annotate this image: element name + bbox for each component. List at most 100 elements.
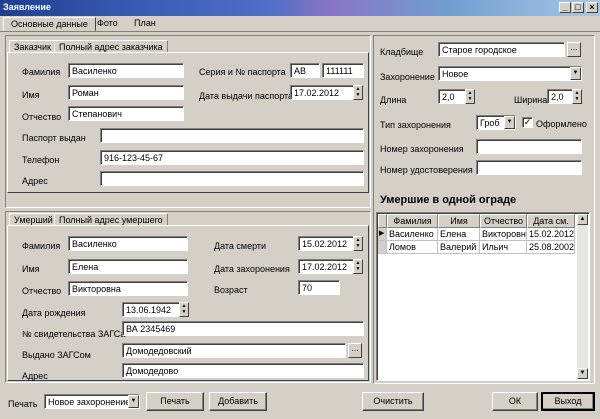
burial-kind-label: Тип захоронения <box>380 120 451 130</box>
grid-col-name[interactable]: Имя <box>438 214 480 228</box>
table-cell[interactable]: Елена <box>438 228 480 241</box>
zags-certificate-input[interactable]: ВА 2345469 <box>122 321 364 336</box>
burial-date-label: Дата захоронения <box>214 264 290 274</box>
grid-scrollbar[interactable] <box>577 214 588 379</box>
table-cell[interactable]: Ильич <box>480 241 527 254</box>
deceased-patronymic-input[interactable]: Викторовна <box>68 281 188 296</box>
deceased-surname-label: Фамилия <box>22 241 61 251</box>
passport-date-label: Дата выдачи паспорта <box>199 91 294 101</box>
passport-date-spinner[interactable]: ▲ ▼ <box>353 85 363 100</box>
window-title: Заявление <box>3 2 51 12</box>
grid-col-surname[interactable]: Фамилия <box>387 214 438 228</box>
grid-corner <box>378 214 387 228</box>
close-button[interactable]: × <box>586 2 598 13</box>
death-date-spinner[interactable]: ▲ ▼ <box>353 236 363 251</box>
phone-input[interactable]: 916-123-45-67 <box>100 150 364 165</box>
title-bar: Заявление _ □ × <box>0 0 600 16</box>
registered-label: Оформлено <box>536 119 587 129</box>
passport-issued-input[interactable] <box>100 128 364 143</box>
zags-office-input[interactable]: Домодедовский <box>122 343 346 358</box>
certificate-number-input[interactable] <box>476 160 582 175</box>
length-input[interactable]: 2,0 <box>438 89 466 104</box>
passport-series-input[interactable]: АВ <box>290 63 320 78</box>
minimize-button[interactable]: _ <box>559 2 571 13</box>
birth-date-label: Дата рождения <box>22 308 86 318</box>
customer-patronymic-label: Отчество <box>22 112 62 122</box>
burial-type-select[interactable]: Новое <box>438 66 582 81</box>
chevron-down-icon[interactable]: ▼ <box>504 116 515 129</box>
grid-col-patronymic[interactable]: Отчество <box>480 214 527 228</box>
passport-date-input[interactable]: 17.02.2012 <box>290 85 354 100</box>
table-cell[interactable]: 25.08.2002 <box>527 241 575 254</box>
customer-surname-label: Фамилия <box>22 67 61 77</box>
exit-button[interactable]: Выход <box>541 392 595 411</box>
tab-main-data[interactable]: Основные данные <box>3 17 96 31</box>
chevron-down-icon[interactable]: ▼ <box>128 395 139 408</box>
zags-office-label: Выдано ЗАГСом <box>22 350 91 360</box>
death-date-label: Дата смерти <box>214 241 267 251</box>
customer-name-input[interactable]: Роман <box>68 85 184 100</box>
deceased-address-input[interactable]: Домодедово <box>122 363 364 378</box>
ok-button[interactable]: ОК <box>492 392 538 411</box>
certificate-number-label: Номер удостоверения <box>380 165 473 175</box>
maximize-button[interactable]: □ <box>572 2 584 13</box>
width-input[interactable]: 2,0 <box>547 89 573 104</box>
customer-address-label: Адрес <box>22 176 48 186</box>
table-cell[interactable]: Валерий <box>438 241 480 254</box>
spin-down-icon: ▼ <box>467 96 473 102</box>
spin-down-icon: ▼ <box>355 243 361 249</box>
customer-surname-input[interactable]: Василенко <box>68 63 184 78</box>
print-button[interactable]: Печать <box>146 392 204 411</box>
burial-date-input[interactable]: 17.02.2012 <box>298 259 354 274</box>
width-spinner[interactable]: ▲ ▼ <box>572 89 582 104</box>
deceased-patronymic-label: Отчество <box>22 286 62 296</box>
deceased-surname-input[interactable]: Василенко <box>68 236 188 251</box>
death-date-input[interactable]: 15.02.2012 <box>298 236 354 251</box>
cemetery-browse-button[interactable]: ... <box>567 42 581 57</box>
phone-label: Телефон <box>22 155 60 165</box>
burial-number-input[interactable] <box>476 139 582 154</box>
chevron-down-icon[interactable]: ▼ <box>570 67 581 80</box>
clear-button[interactable]: Очистить <box>362 392 424 411</box>
cemetery-label: Кладбище <box>380 47 424 57</box>
grid-col-death-date[interactable]: Дата см. <box>527 214 575 228</box>
zags-office-browse-button[interactable]: ... <box>348 343 362 358</box>
table-cell[interactable]: Василенко <box>387 228 438 241</box>
burial-type-label: Захоронение <box>380 72 435 82</box>
age-label: Возраст <box>214 285 248 295</box>
passport-number-input[interactable]: 111111 <box>322 63 364 78</box>
scroll-up-icon[interactable]: ▲ <box>577 214 588 225</box>
birth-date-spinner[interactable]: ▲ ▼ <box>179 302 189 317</box>
tab-plan[interactable]: План <box>127 17 163 31</box>
cemetery-input[interactable]: Старое городское <box>438 42 565 57</box>
table-cell[interactable]: Ломов <box>387 241 438 254</box>
spin-down-icon: ▼ <box>355 92 361 98</box>
length-label: Длина <box>380 95 407 105</box>
passport-label: Серия и № паспорта <box>199 67 286 77</box>
table-cell[interactable]: Викторовна <box>480 228 527 241</box>
registered-checkbox[interactable]: ✓ <box>522 117 533 128</box>
add-button[interactable]: Добавить <box>209 392 267 411</box>
tab-photo[interactable]: Фото <box>90 17 125 31</box>
row-marker-icon: ▶ <box>378 228 387 241</box>
burial-date-spinner[interactable]: ▲ ▼ <box>353 259 363 274</box>
birth-date-input[interactable]: 13.06.1942 <box>122 302 180 317</box>
fence-title: Умершие в одной ограде <box>380 194 517 206</box>
deceased-name-input[interactable]: Елена <box>68 259 188 274</box>
width-label: Ширина <box>514 95 548 105</box>
print-template-select[interactable]: Новое захоронение <box>44 394 140 409</box>
deceased-address-label: Адрес <box>22 371 48 381</box>
length-spinner[interactable]: ▲ ▼ <box>465 89 475 104</box>
customer-patronymic-input[interactable]: Степанович <box>68 106 184 121</box>
burial-number-label: Номер захоронения <box>380 144 464 154</box>
spin-down-icon: ▼ <box>574 96 580 102</box>
spin-down-icon: ▼ <box>355 266 361 272</box>
zags-certificate-label: № свидетельства ЗАГСа <box>22 329 126 339</box>
customer-name-label: Имя <box>22 90 40 100</box>
age-input[interactable]: 70 <box>298 280 340 295</box>
table-cell[interactable]: 15.02.2012 <box>527 228 575 241</box>
scroll-down-icon[interactable]: ▼ <box>577 368 588 379</box>
customer-address-input[interactable] <box>100 171 364 186</box>
row-header <box>378 241 387 254</box>
deceased-name-label: Имя <box>22 264 40 274</box>
